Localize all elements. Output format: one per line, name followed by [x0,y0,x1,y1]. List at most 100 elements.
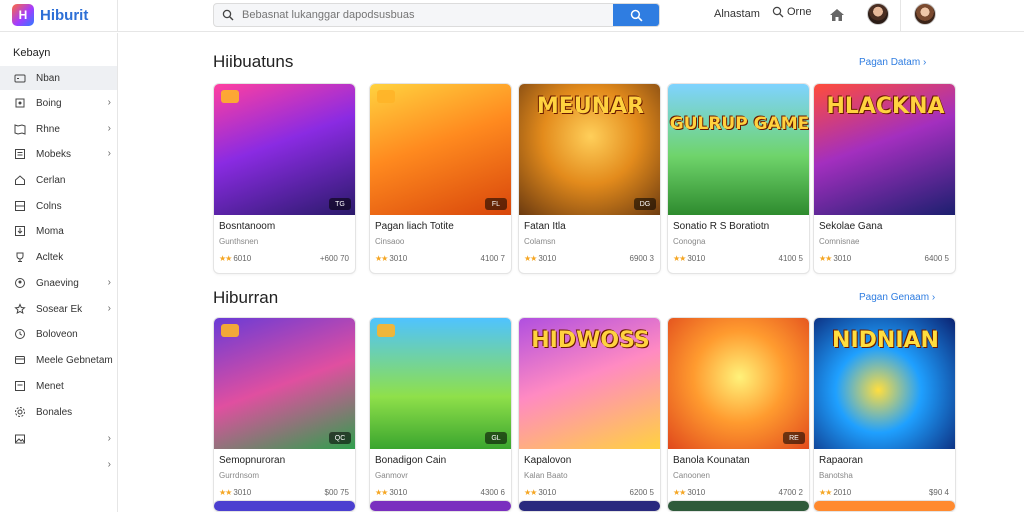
star-icon: ★★ [375,254,388,263]
game-art-title: NIDNIAN [832,328,939,353]
header-link[interactable]: Alnastam [714,8,760,20]
game-card[interactable] [518,500,661,512]
game-rating: ★★ 3010 [375,488,407,497]
rating-value: 3010 [538,488,557,497]
thumbnail-corner-badge [377,90,395,103]
sidebar-item[interactable]: Gnaeving › [0,271,117,295]
search-icon [214,4,242,26]
game-thumbnail: MEUNAR DG [519,84,660,215]
document-icon [14,380,26,392]
game-card[interactable] [213,500,356,512]
home-icon[interactable] [828,6,846,24]
sidebar-item-label: Nban [36,72,60,84]
sidebar-title: Kebayn [13,47,51,59]
sidebar-item[interactable]: Boloveon [0,322,117,346]
game-title: Semopnuroran [219,455,286,466]
sidebar-item-label: Meele Gebnetam [36,354,113,366]
game-card[interactable] [813,500,956,512]
map-icon [14,123,26,135]
play-count: 6200 5 [629,488,654,497]
avatar[interactable] [867,3,889,25]
game-card[interactable]: QC Semopnuroran Gurrdnsom ★★ 3010 $00 75 [213,317,356,508]
sidebar-item-label: Menet [36,380,64,392]
sidebar-item[interactable]: Colns [0,194,117,218]
game-thumbnail: GL [370,318,511,449]
user-avatar[interactable] [914,3,936,25]
sidebar-item[interactable]: Rhne › [0,117,117,141]
rating-value: 3010 [538,254,557,263]
game-rating: ★★ 2010 [819,488,851,497]
grid-icon [14,200,26,212]
search-button[interactable] [613,4,659,26]
chevron-right-icon: › [931,292,936,303]
game-thumbnail: FL [370,84,511,215]
sidebar-item[interactable]: Menet [0,374,117,398]
header-search-link[interactable]: Orne [772,6,811,18]
game-publisher: Colamsn [524,237,556,246]
game-rating: ★★ 3010 [673,254,705,263]
chevron-right-icon: › [107,97,111,108]
game-publisher: Gunthsnen [219,237,259,246]
see-all-link[interactable]: Pagan Datam › [859,57,926,68]
section-title: Hiburran [213,288,279,307]
see-all-label: Pagan Datam [859,57,921,68]
sidebar-item[interactable]: Cerlan [0,168,117,192]
game-title: Sekolae Gana [819,221,883,232]
game-card[interactable]: TG Bosntanoom Gunthsnen ★★ 6010 +600 70 [213,83,356,274]
chevron-right-icon: › [107,123,111,134]
sidebar-item[interactable]: Boing › [0,91,117,115]
play-count: $90 4 [928,488,949,497]
chevron-right-icon: › [107,148,111,159]
sidebar-item[interactable]: Meele Gebnetam [0,348,117,372]
game-card[interactable]: RE Banola Kounatan Canoonen ★★ 3010 4700 2 [667,317,810,508]
app-logo[interactable]: H Hiburit [12,4,88,26]
search-input[interactable] [242,4,613,26]
game-card[interactable]: GULRUP GAME Sonatio R S Boratiotn Conogna ★… [667,83,810,274]
game-card[interactable]: FL Pagan liach Totite Cinsaoo ★★ 3010 4100 7 [369,83,512,274]
star-icon: ★★ [219,254,232,263]
sidebar-item[interactable]: Bonales [0,400,117,424]
sidebar-item[interactable]: › [0,453,117,477]
star-icon: ★★ [819,488,832,497]
rating-value: 3010 [833,254,852,263]
game-card[interactable] [369,500,512,512]
game-card[interactable]: HIDWOSS Kapalovon Kalan Baato ★★ 3010 6200 5 [518,317,661,508]
sidebar-item[interactable]: Acltek [0,245,117,269]
game-title: Bonadigon Cain [375,455,447,466]
game-card[interactable]: MEUNAR DG Fatan Itla Colamsn ★★ 3010 6900 3 [518,83,661,274]
sidebar-item[interactable]: Nban [0,66,117,90]
game-card[interactable]: NIDNIAN Rapaoran Banotsha ★★ 2010 $90 4 [813,317,956,508]
thumbnail-badge: GL [485,432,507,444]
game-publisher: Cinsaoo [375,237,405,246]
play-count: 4100 5 [778,254,803,263]
game-rating: ★★ 3010 [819,254,851,263]
sidebar-item[interactable]: Sosear Ek › [0,297,117,321]
sidebar-item[interactable]: Mobeks › [0,142,117,166]
header-divider [900,0,901,32]
game-card[interactable] [667,500,810,512]
game-publisher: Comnisnae [819,237,860,246]
thumbnail-badge: RE [783,432,805,444]
sidebar-item[interactable]: › [0,427,117,451]
game-rating: ★★ 3010 [524,488,556,497]
game-title: Rapaoran [819,455,863,466]
thumbnail-corner-badge [221,90,239,103]
thumbnail-corner-badge [221,324,239,337]
game-card[interactable]: GL Bonadigon Cain Ganmovr ★★ 3010 4300 6 [369,317,512,508]
play-count: 6900 3 [629,254,654,263]
search-bar [213,3,660,27]
star-icon: ★★ [375,488,388,497]
star-icon: ★★ [819,254,832,263]
game-card[interactable]: HLACKNA Sekolae Gana Comnisnae ★★ 3010 6400 5 [813,83,956,274]
sidebar-item-label: Rhne [36,123,60,135]
game-art-title: MEUNAR [536,94,645,119]
sidebar-item[interactable]: Moma [0,219,117,243]
star-icon: ★★ [524,488,537,497]
game-thumbnail: NIDNIAN [814,318,955,449]
trophy-icon [14,251,26,263]
see-all-link[interactable]: Pagan Genaam › [859,292,935,303]
rating-value: 3010 [687,488,706,497]
game-publisher: Canoonen [673,471,710,480]
sidebar-item-label: Boing [36,97,62,109]
game-art-title: HIDWOSS [531,328,650,353]
